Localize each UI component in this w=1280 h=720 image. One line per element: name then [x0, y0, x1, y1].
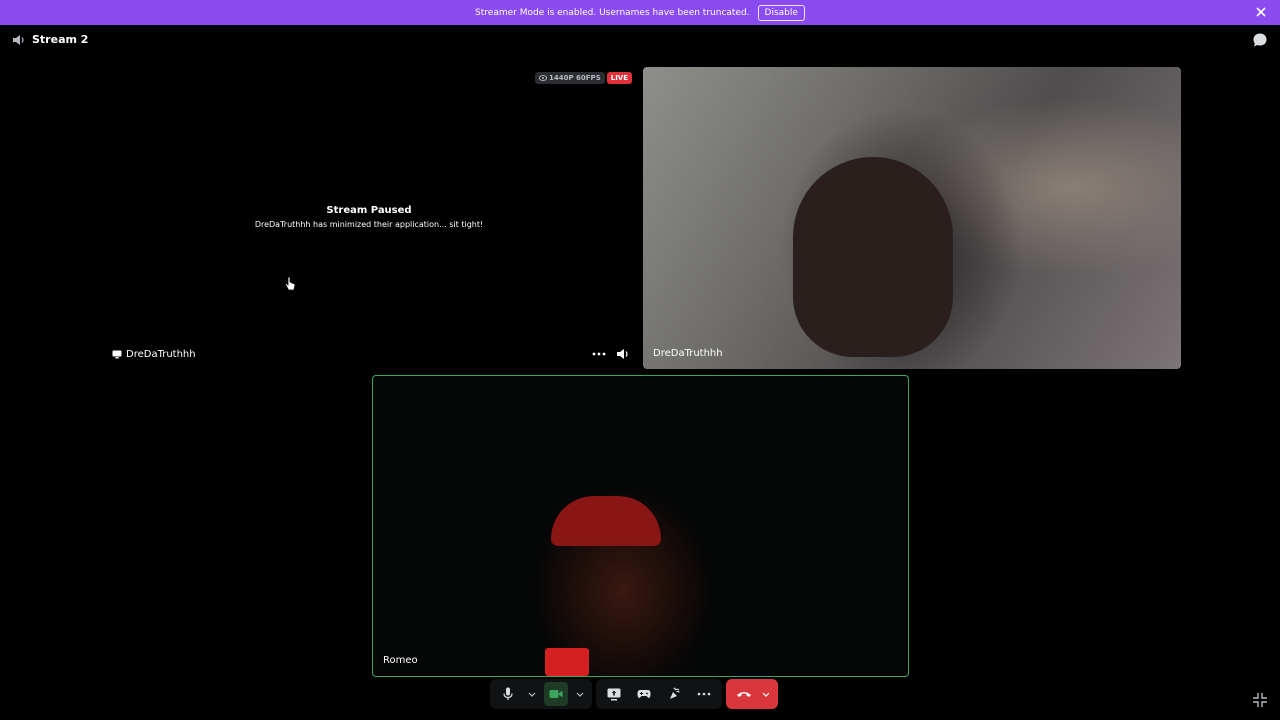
banner-message: Streamer Mode is enabled. Usernames have… [475, 7, 750, 18]
activities-button[interactable] [632, 682, 656, 706]
participant-name: Romeo [383, 655, 418, 666]
self-name-tag: Romeo [383, 655, 418, 666]
soundboard-icon [670, 687, 680, 699]
participant-name: DreDaTruthhh [653, 348, 723, 359]
chat-bubble-icon[interactable] [1252, 32, 1268, 48]
more-dots-icon[interactable] [592, 352, 606, 356]
screen-share-button[interactable] [602, 682, 626, 706]
hand-cursor-icon [284, 276, 296, 291]
disable-streamer-mode-button[interactable]: Disable [757, 4, 805, 21]
stream-volume-icon[interactable] [616, 348, 630, 360]
stream-tile[interactable]: 1440P 60FPS LIVE Stream Paused DreDaTrut… [100, 66, 638, 368]
close-icon[interactable] [1254, 5, 1268, 19]
monitor-icon [112, 350, 122, 359]
disconnect-button[interactable] [726, 679, 778, 709]
disconnect-options-button[interactable] [760, 682, 772, 706]
camera-button[interactable] [544, 682, 568, 706]
stream-badges: 1440P 60FPS LIVE [534, 72, 632, 84]
streamer-mode-banner: Streamer Mode is enabled. Usernames have… [0, 0, 1280, 25]
camera-name-tag: DreDaTruthhh [653, 348, 723, 359]
participant-video [793, 157, 953, 357]
quality-badge: 1440P 60FPS [534, 72, 605, 84]
camera-icon [549, 690, 563, 698]
hang-up-icon [737, 692, 751, 697]
screen-share-icon [607, 688, 621, 700]
more-options-button[interactable] [692, 682, 716, 706]
hang-up-button[interactable] [732, 682, 756, 706]
camera-options-button[interactable] [574, 682, 586, 706]
live-badge: LIVE [606, 72, 632, 84]
mic-icon [503, 687, 513, 700]
voice-channel-header: Stream 2 [12, 33, 88, 46]
speaker-icon [13, 34, 24, 45]
mic-options-button[interactable] [526, 682, 538, 706]
mute-button[interactable] [496, 682, 520, 706]
paused-message: DreDaTruthhh has minimized their applica… [254, 220, 484, 229]
chevron-down-icon [762, 692, 770, 697]
av-controls [490, 679, 592, 709]
eye-icon [538, 75, 547, 81]
paused-title: Stream Paused [326, 205, 412, 216]
video-detail [545, 648, 589, 676]
activity-controls [596, 679, 722, 709]
gamepad-icon [637, 690, 651, 698]
more-dots-icon [697, 692, 711, 696]
streamer-name: DreDaTruthhh [126, 349, 196, 360]
call-controls [490, 678, 778, 710]
quality-label: 1440P 60FPS [548, 74, 601, 82]
channel-name: Stream 2 [32, 33, 89, 46]
soundboard-button[interactable] [662, 682, 686, 706]
camera-tile-romeo[interactable]: Romeo [372, 375, 909, 677]
exit-fullscreen-icon[interactable] [1252, 692, 1268, 708]
stream-paused-notice: Stream Paused DreDaTruthhh has minimized… [100, 205, 638, 229]
chevron-down-icon [528, 692, 536, 697]
stream-tile-controls [592, 348, 630, 360]
camera-tile-dredatruthhh[interactable]: DreDaTruthhh [643, 67, 1181, 369]
stream-name-tag: DreDaTruthhh [112, 349, 196, 360]
chevron-down-icon [576, 692, 584, 697]
